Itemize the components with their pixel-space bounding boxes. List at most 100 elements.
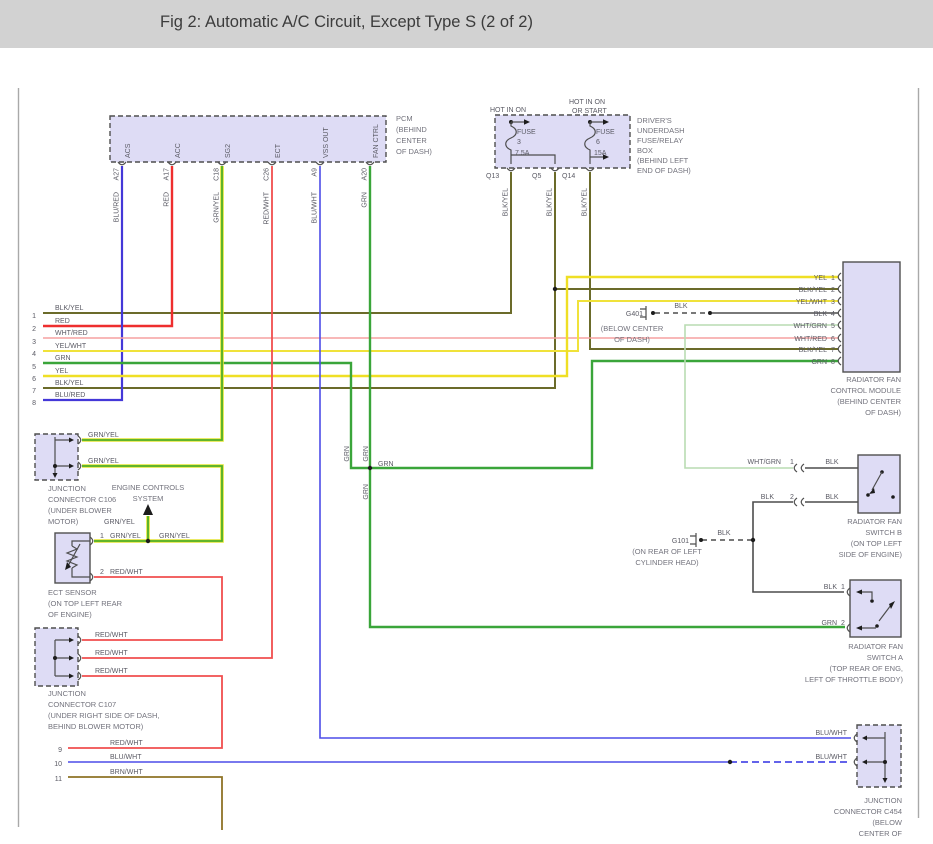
wires-red-wht xyxy=(68,166,272,748)
c454-label-1: JUNCTION xyxy=(864,796,902,805)
c106-wire-1: GRN/YEL xyxy=(88,432,119,439)
rfcm-label-4: OF DASH) xyxy=(865,408,901,417)
row8-num: 8 xyxy=(32,400,36,407)
row5-wire: GRN xyxy=(55,355,71,362)
switch-b-pin1-num: 1 xyxy=(790,459,794,466)
g101-loc-2: CYLINDER HEAD) xyxy=(635,558,699,567)
pcm-label-4: OF DASH) xyxy=(396,147,432,156)
c454-label-2: CONNECTOR C454 xyxy=(834,807,902,816)
fuse-box-label-4: BOX xyxy=(637,146,653,155)
ect-pin2-wire: RED/WHT xyxy=(110,569,143,576)
switch-b-connector-symbols xyxy=(794,464,804,506)
row6-wire: YEL xyxy=(55,368,68,375)
pcm-signal-sg2: SG2 xyxy=(225,144,232,158)
g401-loc-1: (BELOW CENTER xyxy=(601,324,664,333)
grn-label-rot-2: GRN xyxy=(363,446,370,462)
g101-ground-icon xyxy=(690,533,696,547)
pcm-wire-bluwht: BLU/WHT xyxy=(312,191,319,223)
row3-num: 3 xyxy=(32,339,36,346)
grn-label-rot-3: GRN xyxy=(363,484,370,500)
pcm-pin-a20: A20 xyxy=(362,168,369,181)
ect-pin1-num: 1 xyxy=(100,533,104,540)
rfcm-wire-6: WHT/RED xyxy=(794,336,827,343)
c107-wire-2: RED/WHT xyxy=(95,650,128,657)
fuse6-name: FUSE xyxy=(596,129,615,136)
switch-b-pin1-wire-left: WHT/GRN xyxy=(748,459,781,466)
g101-name: G101 xyxy=(672,538,689,545)
pcm-wire-red: RED xyxy=(164,192,171,207)
ect-label-2: (ON TOP LEFT REAR xyxy=(48,599,123,608)
switch-b-pin1-wire-right: BLK xyxy=(825,459,839,466)
row11-num: 11 xyxy=(55,776,62,783)
row7-wire: BLK/YEL xyxy=(55,380,84,387)
wire-grn-fanctrl-to-switch-a xyxy=(370,166,845,627)
g401-name: G401 xyxy=(626,311,643,318)
pcm-label-2: (BEHIND xyxy=(396,125,427,134)
pcm-signal-acs: ACS xyxy=(125,143,132,158)
ect-pin1-wire-b: GRN/YEL xyxy=(159,533,190,540)
rfcm-pin-sockets xyxy=(838,273,841,365)
ect-label-3: OF ENGINE) xyxy=(48,610,92,619)
fuse6-number: 6 xyxy=(596,139,600,146)
ect-label-1: ECT SENSOR xyxy=(48,588,97,597)
rfcm-num-3: 3 xyxy=(831,299,835,306)
wire-brnwht-row11 xyxy=(68,777,222,830)
fuse3-amps: 7.5A xyxy=(515,150,530,157)
c107-label-1: JUNCTION xyxy=(48,689,86,698)
row8-wire: BLU/RED xyxy=(55,392,85,399)
rfcm-num-1: 1 xyxy=(831,275,835,282)
fuse-bus-hot-in-on-2: HOT IN ON xyxy=(569,99,605,106)
junction-connector-c106: GRN/YEL GRN/YEL JUNCTION CONNECTOR C106 … xyxy=(35,432,119,526)
fuse6-amps: 15A xyxy=(594,150,607,157)
pcm-wire-redwht: RED/WHT xyxy=(264,191,271,224)
ect-sensor: 1 GRN/YEL GRN/YEL 2 RED/WHT ECT SENSOR (… xyxy=(48,533,190,619)
wire-redwht-ect-to-c107-pin1 xyxy=(82,577,222,640)
g101-loc-1: (ON REAR OF LEFT xyxy=(632,547,702,556)
pcm-pin-a27: A27 xyxy=(114,168,121,181)
row1-wire: BLK/YEL xyxy=(55,305,84,312)
fuse3-name: FUSE xyxy=(517,129,536,136)
rfcm-box xyxy=(843,262,900,372)
rfcm-num-2: 2 xyxy=(831,287,835,294)
pcm-signal-acc: ACC xyxy=(175,143,182,158)
c106-label-1: JUNCTION xyxy=(48,484,86,493)
ect-pin2-num: 2 xyxy=(100,569,104,576)
switch-b-label-4: SIDE OF ENGINE) xyxy=(839,550,903,559)
grn-junction-dot xyxy=(368,466,372,470)
c107-label-2: CONNECTOR C107 xyxy=(48,700,116,709)
underdash-fuse-box: HOT IN ON HOT IN ON OR START FUSE 3 7.5A… xyxy=(486,99,691,216)
g101-wire: BLK xyxy=(717,530,731,537)
wire-red-row2-to-pcm-acc xyxy=(43,166,172,326)
row2-num: 2 xyxy=(32,326,36,333)
rfcm-num-5: 5 xyxy=(831,323,835,330)
c454-wire-1: BLU/WHT xyxy=(816,730,848,737)
fuse-box-label-1: DRIVER'S xyxy=(637,116,672,125)
rfcm-num-8: 8 xyxy=(831,359,835,366)
c454-box xyxy=(857,725,901,787)
switch-a-pin2-wire: GRN xyxy=(821,620,837,627)
rfcm-num-7: 7 xyxy=(831,347,835,354)
wire-bluwht-pcm-vss-to-c454-pin1 xyxy=(320,166,851,738)
fuse-box xyxy=(495,115,630,168)
fuse-wire-blkyel-3: BLK/YEL xyxy=(582,188,589,217)
radiator-fan-switch-b: WHT/GRN 1 BLK BLK 2 BLK RADIATOR FAN SWI… xyxy=(748,455,903,559)
pcm-pin-c26: C26 xyxy=(264,168,271,181)
fuse-pin-q5: Q5 xyxy=(532,173,541,180)
switch-a-pin2-num: 2 xyxy=(841,620,845,627)
c106-label-4: MOTOR) xyxy=(48,517,79,526)
g401-loc-2: OF DASH) xyxy=(614,335,650,344)
wire-blured-row8-to-pcm-acs xyxy=(43,166,122,400)
grn-label-rot-1: GRN xyxy=(344,446,351,462)
grnyel-junction-dot xyxy=(146,539,150,543)
switch-a-label-1: RADIATOR FAN xyxy=(848,642,903,651)
fuse-box-label-6: END OF DASH) xyxy=(637,166,691,175)
pcm-wire-blured: BLU/RED xyxy=(114,192,121,222)
ground-g101: G101 BLK (ON REAR OF LEFT CYLINDER HEAD) xyxy=(632,530,755,567)
switch-a-pin1-wire: BLK xyxy=(824,584,838,591)
g401-wire: BLK xyxy=(674,303,688,310)
switch-b-pin2-num: 2 xyxy=(790,494,794,501)
junction-connector-c107: RED/WHT RED/WHT RED/WHT JUNCTION CONNECT… xyxy=(35,628,160,731)
radiator-fan-switch-a: BLK 1 GRN 2 RADIATOR FAN SWITCH A (TOP R… xyxy=(805,580,904,684)
row3-wire: WHT/RED xyxy=(55,330,88,337)
c107-wire-3: RED/WHT xyxy=(95,668,128,675)
